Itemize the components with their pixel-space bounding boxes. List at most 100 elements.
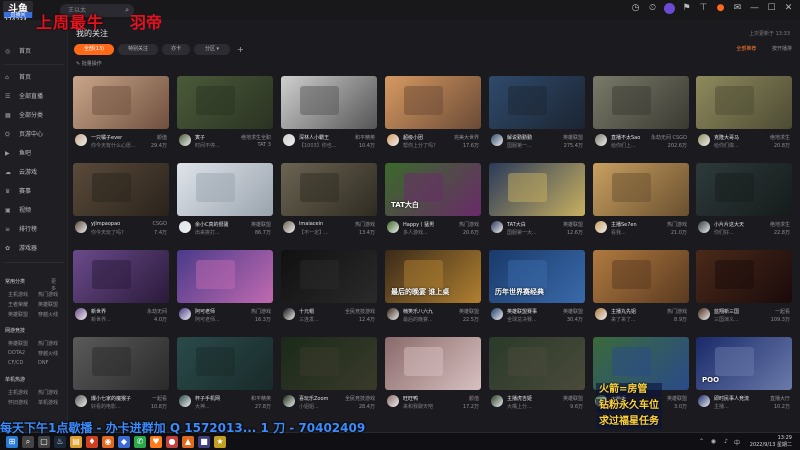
stream-thumbnail[interactable]: TAT大白	[385, 163, 481, 216]
app-icon[interactable]: ▲	[182, 436, 194, 448]
stream-thumbnail[interactable]	[281, 76, 377, 129]
stream-card[interactable]: POO 即时民事人竞流 直播大厅 主播... 10.2万	[696, 337, 792, 420]
stream-card[interactable]: 主播虎吉姬 英雄联盟 大嘴上分... 9.6万	[489, 337, 585, 420]
stream-card[interactable]: 寅子 绝地求生全职 时间不停... TAT 3	[177, 76, 273, 159]
stream-card[interactable]: 余小C真的很骚 英雄联盟 出来挨打... 86.7万	[177, 163, 273, 246]
stream-thumbnail[interactable]	[385, 337, 481, 390]
bell-icon[interactable]: ●	[715, 3, 726, 14]
stream-category[interactable]: 永劫无间 CSGO	[651, 134, 687, 141]
stream-category[interactable]: 英雄联盟	[563, 134, 583, 141]
batch-manage-button[interactable]: ✎ 批量操作	[76, 60, 102, 67]
wechat-icon[interactable]: ✆	[134, 436, 146, 448]
volume-icon[interactable]: ♪	[724, 438, 728, 445]
stream-thumbnail[interactable]	[281, 337, 377, 390]
shirt-icon[interactable]: ⊤	[698, 3, 709, 14]
streamer-name[interactable]: 杯子手机网	[195, 395, 243, 402]
windows-icon[interactable]: ⊞	[6, 436, 18, 448]
stream-thumbnail[interactable]	[593, 76, 689, 129]
streamer-name[interactable]: TAT大白	[507, 221, 555, 228]
streamer-name[interactable]: 即时民事人竞流	[714, 395, 762, 402]
stream-thumbnail[interactable]: 历年世界赛经典	[489, 250, 585, 303]
category-link[interactable]: 穿越火线	[38, 311, 58, 318]
stream-card[interactable]: 小片片这大天 绝地求生 你们好... 22.8万	[696, 163, 792, 246]
streamer-avatar[interactable]	[387, 221, 399, 233]
streamer-name[interactable]: 主播丸先姐	[611, 308, 659, 315]
stream-thumbnail[interactable]	[281, 163, 377, 216]
avatar[interactable]	[664, 3, 675, 14]
stream-category[interactable]: 一起看	[775, 308, 790, 315]
category-link[interactable]: 英雄联盟	[38, 301, 58, 308]
stream-thumbnail[interactable]	[177, 250, 273, 303]
category-link[interactable]: 王者荣耀	[8, 301, 28, 308]
stream-category[interactable]: 热门游戏	[459, 221, 479, 228]
stream-thumbnail[interactable]	[73, 163, 169, 216]
category-link[interactable]: 热门游戏	[38, 389, 58, 396]
streamer-avatar[interactable]	[491, 221, 503, 233]
stream-thumbnail[interactable]	[73, 250, 169, 303]
streamer-name[interactable]: 小片片这大天	[714, 221, 762, 228]
category-link[interactable]: 热门游戏	[38, 340, 58, 347]
clock-icon[interactable]: ⏲	[647, 3, 658, 14]
stream-card[interactable]: TAT大白 Happy丨猛男 热门游戏 多人游戏... 20.6万	[385, 163, 481, 246]
streamer-name[interactable]: 主播Se7en	[611, 221, 659, 228]
category-link[interactable]: 怀旧游戏	[8, 399, 28, 406]
streamer-name[interactable]: 一只橘子ever	[91, 134, 139, 141]
stream-card[interactable]: lmaiacein 热门游戏 【不一定】... 13.4万	[281, 163, 377, 246]
stream-card[interactable]: 新世界 永劫无间 新世界... 4.0万	[73, 250, 169, 333]
category-link[interactable]: DNF	[38, 360, 48, 366]
tab-category[interactable]: 分区 ▾	[194, 44, 230, 55]
streamer-avatar[interactable]	[491, 395, 503, 407]
stream-category[interactable]: 英雄联盟	[667, 395, 687, 402]
stream-category[interactable]: 英雄联盟	[563, 395, 583, 402]
streamer-avatar[interactable]	[595, 221, 607, 233]
stream-card[interactable]: 解说勤勤勤 英雄联盟 国服第一... 275.4万	[489, 76, 585, 159]
streamer-name[interactable]: 十元帽	[299, 308, 347, 315]
stream-thumbnail[interactable]	[593, 250, 689, 303]
stream-card[interactable]: 超级小团 完美大世界 帮你上分了吗? 17.6万	[385, 76, 481, 159]
stream-thumbnail[interactable]	[385, 76, 481, 129]
streamer-avatar[interactable]	[179, 221, 191, 233]
category-link[interactable]: 主机游戏	[8, 389, 28, 396]
streamer-name[interactable]: 主播虎吉姬	[507, 395, 555, 402]
stream-thumbnail[interactable]	[73, 337, 169, 390]
sidebar-item-cloud[interactable]: ☁ 云游戏	[5, 167, 63, 179]
streamer-name[interactable]: 爆小七家的魔猴子	[91, 395, 139, 402]
stream-thumbnail[interactable]	[696, 76, 792, 129]
streamer-avatar[interactable]	[387, 308, 399, 320]
sidebar-item-fishbar[interactable]: ▶ 鱼吧	[5, 148, 63, 160]
stream-category[interactable]: 热门游戏	[667, 221, 687, 228]
streamer-name[interactable]: 深林人小霸王	[299, 134, 347, 141]
streamer-avatar[interactable]	[387, 134, 399, 146]
taskview-icon[interactable]: ▢	[38, 436, 50, 448]
stream-category[interactable]: 绝地求生	[770, 221, 790, 228]
stream-category[interactable]: 英雄联盟	[563, 308, 583, 315]
stream-thumbnail[interactable]	[489, 337, 585, 390]
stream-card[interactable]: 旺旺鸭 颜值 来和我聊天吧 17.2万	[385, 337, 481, 420]
streamer-avatar[interactable]	[595, 134, 607, 146]
streamer-name[interactable]: 蓝翔新三国	[714, 308, 762, 315]
search-icon[interactable]: ⌕	[22, 436, 34, 448]
stream-thumbnail[interactable]	[177, 337, 273, 390]
stream-card[interactable]: 杯子手机网 和平精英 大神... 27.8万	[177, 337, 273, 420]
stream-category[interactable]: 绝地求生	[770, 134, 790, 141]
stream-thumbnail[interactable]	[177, 76, 273, 129]
streamer-name[interactable]: 超级小团	[403, 134, 451, 141]
app-icon[interactable]: ◆	[118, 436, 130, 448]
stream-category[interactable]: 热门游戏	[251, 308, 271, 315]
streamer-name[interactable]: 克隆大哥马	[714, 134, 762, 141]
sidebar-item-all-live[interactable]: ☰ 全部直播	[5, 91, 63, 103]
folder-icon[interactable]: ▤	[70, 436, 82, 448]
streamer-avatar[interactable]	[179, 308, 191, 320]
maximize-icon[interactable]: ☐	[766, 3, 777, 14]
streamer-name[interactable]: 楠笑乐八六九	[403, 308, 451, 315]
stream-card[interactable]: 直播不太Sao 永劫无间 CSGO 给你们上... 202.6万	[593, 76, 689, 159]
streamer-name[interactable]: 余小C真的很骚	[195, 221, 243, 228]
tab-all[interactable]: 全部(13)	[74, 44, 114, 55]
streamer-avatar[interactable]	[698, 221, 710, 233]
stream-thumbnail[interactable]	[489, 163, 585, 216]
sidebar-item-home-top[interactable]: ◎ 首页	[5, 46, 63, 58]
stream-category[interactable]: 全民竞技游戏	[345, 308, 375, 315]
stream-card[interactable]: 喜玩乐Zoom 全民竞技游戏 小姐姐... 28.4万	[281, 337, 377, 420]
stream-card[interactable]: 爆小七家的魔猴子 一起看 好看的电影... 10.8万	[73, 337, 169, 420]
streamer-avatar[interactable]	[698, 134, 710, 146]
